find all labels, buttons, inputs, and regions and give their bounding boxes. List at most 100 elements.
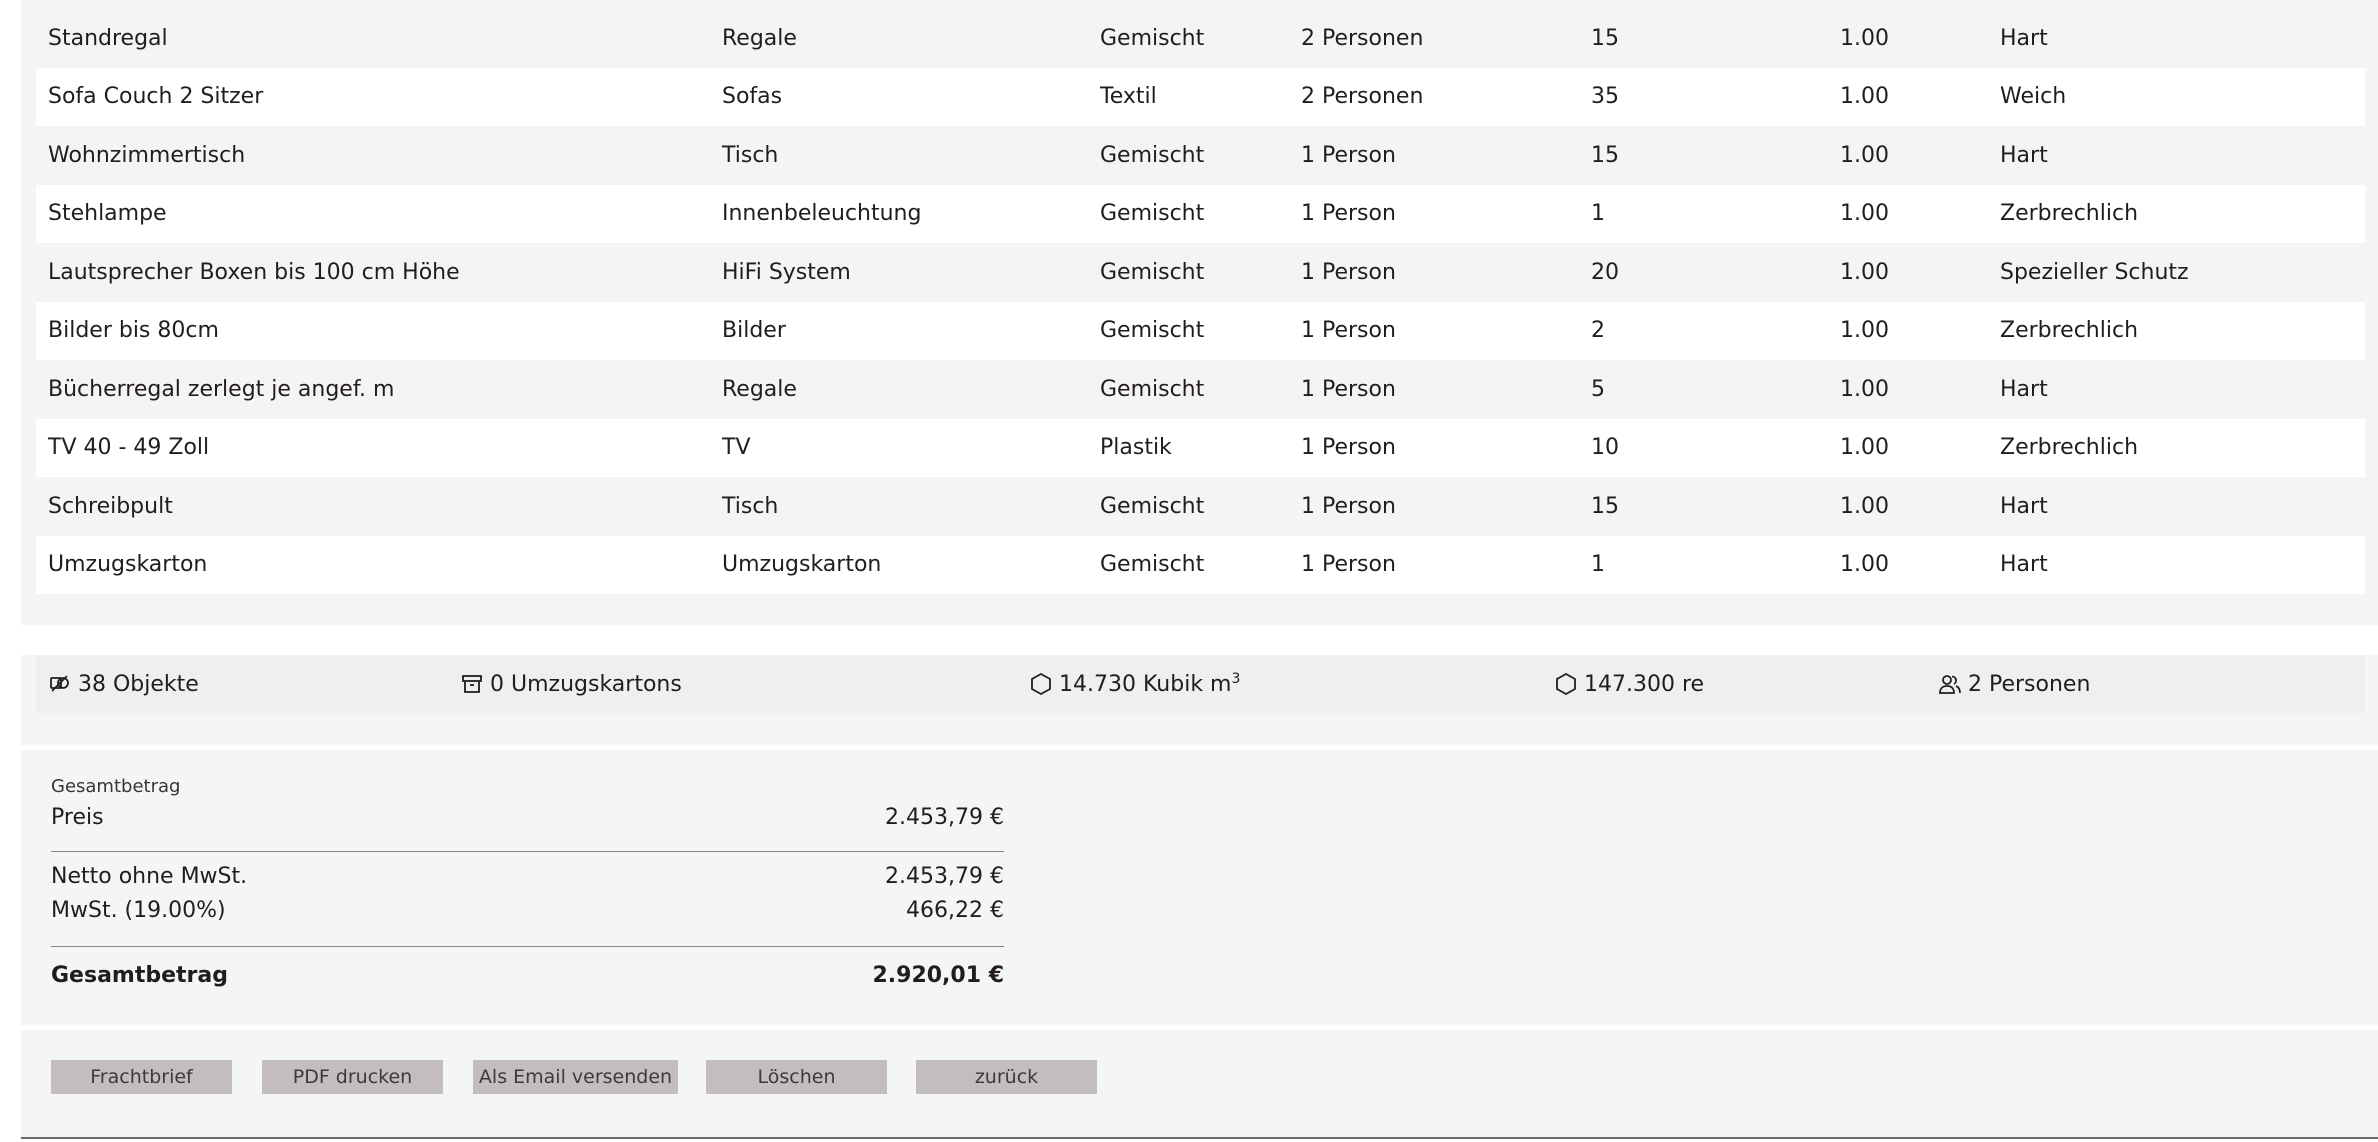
users-icon: [1939, 675, 1961, 694]
print-pdf-button[interactable]: PDF drucken: [262, 1060, 443, 1094]
item-volume: 10: [1579, 418, 1828, 477]
table-row: Bilder bis 80cm Bilder Gemischt 1 Person 2 1.…: [36, 301, 2365, 360]
table-row: Stehlampe Innenbeleuchtung Gemischt 1 Perso…: [36, 184, 2365, 243]
boxes-count: 0 Umzugskartons: [490, 671, 682, 697]
totals-divider: [51, 946, 1004, 947]
net-row: Netto ohne MwSt. 2.453,79 €: [51, 860, 1004, 894]
item-quantity: 1.00: [1828, 301, 1988, 360]
item-name: Lautsprecher Boxen bis 100 cm Höhe: [36, 243, 710, 302]
item-persons: 1 Person: [1289, 184, 1579, 243]
item-quantity: 1.00: [1828, 418, 1988, 477]
grand-total-row: Gesamtbetrag 2.920,01 €: [51, 959, 1004, 993]
item-material: Gemischt: [1088, 477, 1289, 536]
item-volume: 15: [1579, 477, 1828, 536]
item-category: Regale: [710, 9, 1088, 68]
item-quantity: 1.00: [1828, 9, 1988, 68]
item-material: Gemischt: [1088, 301, 1289, 360]
item-material: Textil: [1088, 67, 1289, 126]
item-name: Wohnzimmertisch: [36, 126, 710, 185]
item-volume: 1: [1579, 535, 1828, 594]
item-name: Sofa Couch 2 Sitzer: [36, 67, 710, 126]
price-row: Preis 2.453,79 €: [51, 801, 1004, 835]
table-row: Lautsprecher Boxen bis 100 cm Höhe HiFi S…: [36, 243, 2365, 302]
table-row: TV 40 - 49 Zoll TV Plastik 1 Person 10 1.00 Ze…: [36, 418, 2365, 477]
item-category: Tisch: [710, 477, 1088, 536]
item-category: Tisch: [710, 126, 1088, 185]
item-handling: Weich: [1988, 67, 2365, 126]
summary-objects: 38 Objekte: [48, 655, 199, 713]
delete-button[interactable]: Löschen: [706, 1060, 887, 1094]
item-material: Gemischt: [1088, 243, 1289, 302]
re-value: 147.300 re: [1584, 671, 1705, 697]
item-material: Gemischt: [1088, 9, 1289, 68]
objects-icon: [50, 675, 69, 692]
vat-label: MwSt. (19.00%): [51, 898, 226, 923]
grand-total-value: 2.920,01 €: [872, 963, 1004, 988]
item-handling: Hart: [1988, 126, 2365, 185]
table-row: Bücherregal zerlegt je angef. m Regale Gem…: [36, 360, 2365, 419]
table-row: Sofa Couch 2 Sitzer Sofas Textil 2 Personen…: [36, 67, 2365, 126]
item-name: Bilder bis 80cm: [36, 301, 710, 360]
item-volume: 15: [1579, 126, 1828, 185]
summary-strip: 38 Objekte 0 Umzugskartons 14.730 Kubik …: [36, 655, 2365, 713]
item-quantity: 1.00: [1828, 535, 1988, 594]
item-volume: 1: [1579, 184, 1828, 243]
price-label: Preis: [51, 805, 104, 830]
item-persons: 1 Person: [1289, 126, 1579, 185]
volume-value: 14.730 Kubik m3: [1059, 670, 1241, 697]
table-row: Umzugskarton Umzugskarton Gemischt 1 Person…: [36, 535, 2365, 594]
table-row: Wohnzimmertisch Tisch Gemischt 1 Person 15 1.…: [36, 126, 2365, 185]
item-volume: 2: [1579, 301, 1828, 360]
item-category: Innenbeleuchtung: [710, 184, 1088, 243]
items-table: Standregal Regale Gemischt 2 Personen 15 1.00…: [36, 9, 2365, 594]
summary-panel: 38 Objekte 0 Umzugskartons 14.730 Kubik …: [21, 655, 2378, 745]
item-material: Gemischt: [1088, 360, 1289, 419]
item-quantity: 1.00: [1828, 243, 1988, 302]
vat-value: 466,22 €: [906, 898, 1004, 923]
hexagon-icon: [1031, 672, 1051, 696]
item-category: TV: [710, 418, 1088, 477]
totals-panel: Gesamtbetrag Preis 2.453,79 € Netto ohne…: [21, 750, 2378, 1025]
objects-count: 38 Objekte: [78, 671, 199, 697]
item-handling: Zerbrechlich: [1988, 184, 2365, 243]
item-handling: Hart: [1988, 535, 2365, 594]
send-email-button[interactable]: Als Email versenden: [473, 1060, 678, 1094]
table-row: Standregal Regale Gemischt 2 Personen 15 1.00…: [36, 9, 2365, 68]
item-name: Stehlampe: [36, 184, 710, 243]
item-name: Standregal: [36, 9, 710, 68]
item-name: Umzugskarton: [36, 535, 710, 594]
item-persons: 1 Person: [1289, 243, 1579, 302]
table-row: Schreibpult Tisch Gemischt 1 Person 15 1.00 Ha…: [36, 477, 2365, 536]
item-volume: 15: [1579, 9, 1828, 68]
vat-row: MwSt. (19.00%) 466,22 €: [51, 894, 1004, 928]
item-material: Gemischt: [1088, 184, 1289, 243]
divider: [21, 625, 2378, 629]
archive-box-icon: [462, 675, 482, 693]
waybill-button[interactable]: Frachtbrief: [51, 1060, 232, 1094]
totals-box: Gesamtbetrag Preis 2.453,79 € Netto ohne…: [51, 776, 1004, 993]
back-button[interactable]: zurück: [916, 1060, 1097, 1094]
item-volume: 20: [1579, 243, 1828, 302]
item-name: TV 40 - 49 Zoll: [36, 418, 710, 477]
bottom-border: [21, 1137, 2378, 1139]
net-value: 2.453,79 €: [885, 864, 1004, 889]
page: Standregal Regale Gemischt 2 Personen 15 1.00…: [0, 0, 2378, 1142]
net-label: Netto ohne MwSt.: [51, 864, 248, 889]
item-handling: Hart: [1988, 477, 2365, 536]
item-material: Gemischt: [1088, 126, 1289, 185]
summary-re: 147.300 re: [1554, 655, 1704, 713]
item-category: Sofas: [710, 67, 1088, 126]
item-category: Bilder: [710, 301, 1088, 360]
items-panel: Standregal Regale Gemischt 2 Personen 15 1.00…: [21, 0, 2378, 625]
item-handling: Hart: [1988, 360, 2365, 419]
actions-panel: Frachtbrief PDF drucken Als Email versen…: [21, 1030, 2378, 1138]
item-persons: 1 Person: [1289, 301, 1579, 360]
item-handling: Spezieller Schutz: [1988, 243, 2365, 302]
item-material: Plastik: [1088, 418, 1289, 477]
item-category: Umzugskarton: [710, 535, 1088, 594]
persons-value: 2 Personen: [1968, 671, 2091, 697]
summary-persons: 2 Personen: [1938, 655, 2090, 713]
item-name: Schreibpult: [36, 477, 710, 536]
item-category: HiFi System: [710, 243, 1088, 302]
item-quantity: 1.00: [1828, 477, 1988, 536]
